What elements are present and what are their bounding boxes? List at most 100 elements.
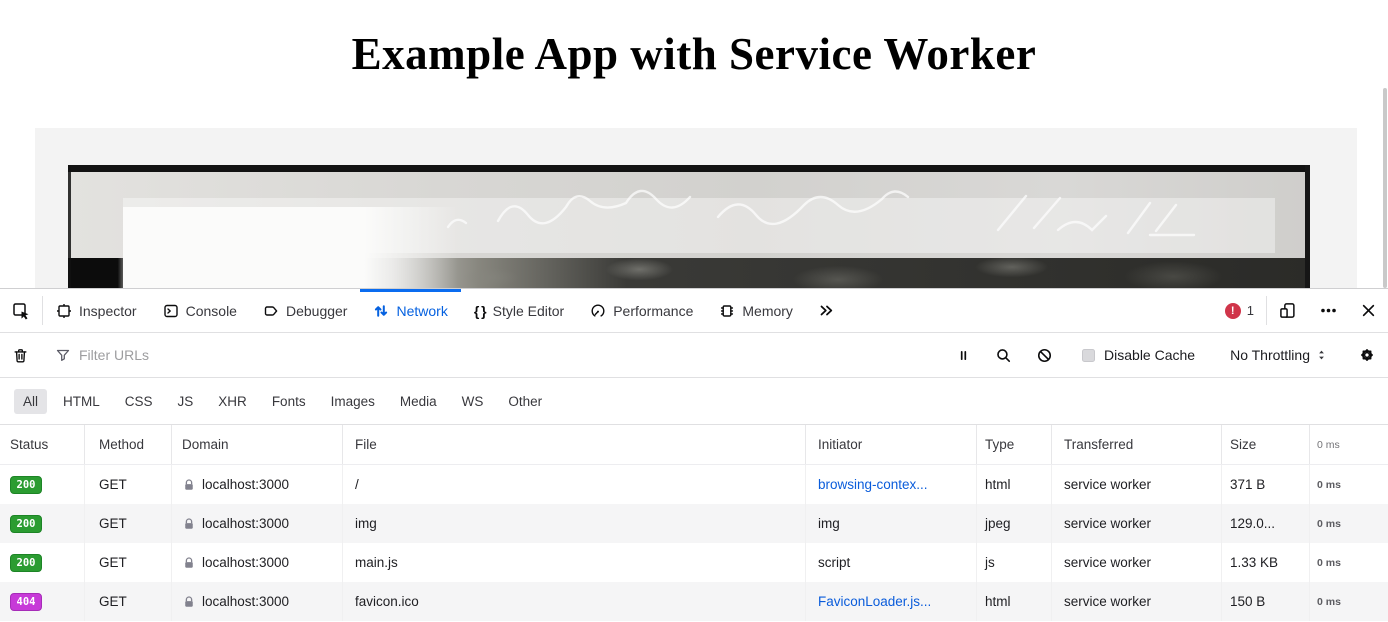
more-tabs-button[interactable] [806, 289, 847, 332]
table-row[interactable]: 200 GET localhost:3000 / browsing-contex… [0, 465, 1388, 504]
column-header-file[interactable]: File [343, 425, 806, 464]
tab-performance[interactable]: Performance [577, 289, 706, 332]
photo-image [68, 165, 1310, 288]
transferred-cell: service worker [1052, 543, 1222, 582]
domain-text: localhost:3000 [202, 555, 289, 570]
table-row[interactable]: 404 GET localhost:3000 favicon.ico Favic… [0, 582, 1388, 621]
type-filter-images[interactable]: Images [322, 389, 384, 414]
method-cell: GET [85, 504, 172, 543]
table-body: 200 GET localhost:3000 / browsing-contex… [0, 465, 1388, 621]
type-filter-xhr[interactable]: XHR [209, 389, 256, 414]
table-header-row: Status Method Domain File Initiator Type… [0, 425, 1388, 465]
network-toolbar: Disable Cache No Throttling [0, 333, 1388, 378]
tab-label: Inspector [79, 303, 137, 319]
type-cell: jpeg [977, 504, 1052, 543]
filter-urls-input[interactable] [79, 347, 944, 363]
lock-icon [182, 556, 196, 570]
error-count-badge[interactable]: ! 1 [1213, 289, 1266, 332]
type-filter-css[interactable]: CSS [116, 389, 162, 414]
tab-label: Performance [613, 303, 693, 319]
initiator-cell: img [806, 504, 977, 543]
throttling-dropdown[interactable]: No Throttling [1212, 347, 1345, 363]
transferred-cell: service worker [1052, 504, 1222, 543]
file-cell: favicon.ico [343, 582, 806, 621]
trash-icon [12, 347, 29, 364]
debugger-icon [263, 303, 279, 319]
disable-cache-toggle[interactable]: Disable Cache [1066, 347, 1211, 363]
style-editor-icon: { } [474, 303, 486, 319]
type-filter-other[interactable]: Other [499, 389, 551, 414]
page-scrollbar[interactable] [1383, 88, 1387, 288]
type-cell: html [977, 465, 1052, 504]
clear-requests-button[interactable] [0, 347, 41, 364]
method-cell: GET [85, 582, 172, 621]
column-header-waterfall[interactable]: 0 ms [1310, 425, 1388, 464]
pause-traffic-button[interactable] [944, 348, 983, 363]
tabbar-spacer [847, 289, 1213, 332]
domain-cell: localhost:3000 [172, 465, 343, 504]
webpage-content: Example App with Service Worker [0, 0, 1388, 288]
column-header-domain[interactable]: Domain [172, 425, 343, 464]
column-header-size[interactable]: Size [1222, 425, 1310, 464]
type-filter-media[interactable]: Media [391, 389, 446, 414]
updown-arrows-icon [1316, 348, 1327, 362]
column-header-type[interactable]: Type [977, 425, 1052, 464]
lock-icon [182, 478, 196, 492]
throttling-label: No Throttling [1230, 347, 1310, 363]
domain-text: localhost:3000 [202, 477, 289, 492]
table-row[interactable]: 200 GET localhost:3000 img img jpeg serv… [0, 504, 1388, 543]
inspector-icon [56, 303, 72, 319]
initiator-link[interactable]: FaviconLoader.js... [818, 594, 931, 609]
devtools-menu-button[interactable] [1308, 289, 1349, 332]
size-cell: 371 B [1222, 465, 1310, 504]
type-filter-html[interactable]: HTML [54, 389, 109, 414]
tab-debugger[interactable]: Debugger [250, 289, 361, 332]
tab-label: Network [396, 303, 447, 319]
search-icon [995, 347, 1012, 364]
domain-cell: localhost:3000 [172, 582, 343, 621]
tab-console[interactable]: Console [150, 289, 250, 332]
waterfall-cell: 0 ms [1310, 504, 1388, 543]
type-filter-js[interactable]: JS [169, 389, 203, 414]
column-header-transferred[interactable]: Transferred [1052, 425, 1222, 464]
table-row[interactable]: 200 GET localhost:3000 main.js script js… [0, 543, 1388, 582]
tab-label: Memory [742, 303, 793, 319]
block-requests-button[interactable] [1024, 347, 1065, 364]
network-icon [373, 303, 389, 319]
photo-overexposed-area [123, 207, 458, 288]
tab-style-editor[interactable]: { } Style Editor [461, 289, 577, 332]
requests-table: Status Method Domain File Initiator Type… [0, 424, 1388, 621]
disable-cache-checkbox[interactable] [1082, 349, 1095, 362]
method-cell: GET [85, 543, 172, 582]
meatball-menu-icon [1320, 302, 1337, 319]
responsive-design-button[interactable] [1267, 289, 1308, 332]
tab-label: Debugger [286, 303, 348, 319]
size-cell: 150 B [1222, 582, 1310, 621]
tab-inspector[interactable]: Inspector [43, 289, 150, 332]
node-picker-button[interactable] [0, 289, 42, 332]
disable-cache-label: Disable Cache [1104, 347, 1195, 363]
request-type-filterbar: All HTML CSS JS XHR Fonts Images Media W… [0, 378, 1388, 424]
column-header-status[interactable]: Status [0, 425, 85, 464]
close-devtools-button[interactable] [1349, 289, 1388, 332]
type-filter-fonts[interactable]: Fonts [263, 389, 315, 414]
tab-network[interactable]: Network [360, 289, 460, 332]
file-cell: main.js [343, 543, 806, 582]
column-header-initiator[interactable]: Initiator [806, 425, 977, 464]
transferred-cell: service worker [1052, 465, 1222, 504]
filter-funnel-icon [55, 347, 71, 363]
search-button[interactable] [983, 347, 1024, 364]
status-badge: 200 [10, 515, 42, 533]
memory-icon [719, 303, 735, 319]
type-filter-all[interactable]: All [14, 389, 47, 414]
tab-memory[interactable]: Memory [706, 289, 806, 332]
filter-url-area [42, 347, 944, 363]
page-title: Example App with Service Worker [0, 28, 1388, 80]
close-icon [1361, 303, 1376, 318]
network-settings-button[interactable] [1346, 346, 1388, 364]
waterfall-cell: 0 ms [1310, 582, 1388, 621]
column-header-method[interactable]: Method [85, 425, 172, 464]
initiator-link[interactable]: browsing-contex... [818, 477, 928, 492]
type-filter-ws[interactable]: WS [453, 389, 493, 414]
transferred-cell: service worker [1052, 582, 1222, 621]
